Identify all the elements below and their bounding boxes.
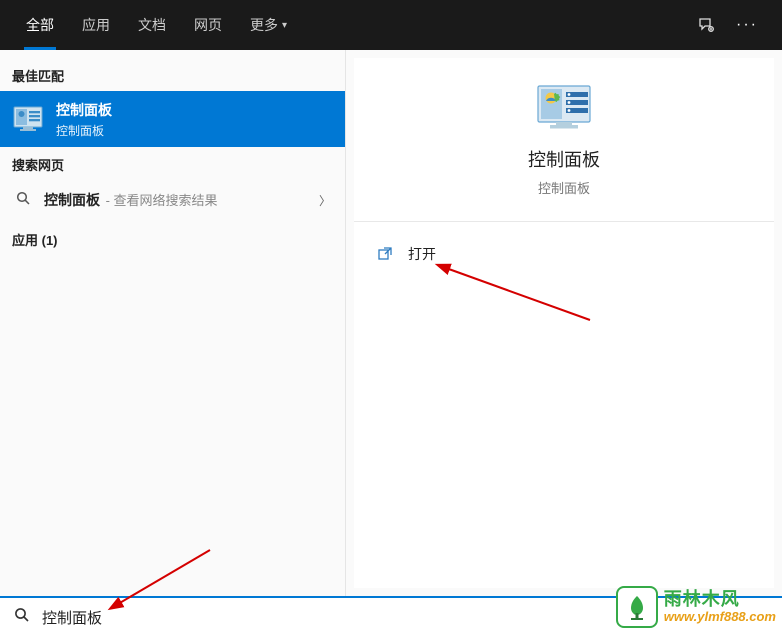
action-list: 打开 <box>354 222 774 274</box>
watermark-name: 雨林木风 <box>664 590 776 610</box>
search-icon <box>14 191 32 210</box>
action-open-label: 打开 <box>408 244 436 264</box>
web-search-term: 控制面板 <box>44 192 100 208</box>
web-search-result[interactable]: 控制面板 - 查看网络搜索结果 〉 <box>0 180 345 220</box>
web-search-hint: - 查看网络搜索结果 <box>102 193 218 208</box>
chevron-down-icon: ▾ <box>282 20 287 31</box>
action-open[interactable]: 打开 <box>354 234 774 274</box>
preview-pane: 控制面板 控制面板 打开 <box>354 58 774 588</box>
tab-web[interactable]: 网页 <box>180 0 236 50</box>
search-tabs: 全部 应用 文档 网页 更多 ▾ <box>12 0 301 50</box>
main-content: 最佳匹配 控制面板 控制面板 搜索网页 <box>0 50 782 596</box>
chevron-right-icon: 〉 <box>319 192 331 209</box>
feedback-icon[interactable] <box>698 17 714 33</box>
top-bar-right: ··· <box>698 16 770 34</box>
best-match-subtitle: 控制面板 <box>56 122 112 139</box>
tab-apps[interactable]: 应用 <box>68 0 124 50</box>
section-apps: 应用 (1) <box>0 220 345 255</box>
watermark-url: www.ylmf888.com <box>664 610 776 624</box>
watermark: 雨林木风 www.ylmf888.com <box>616 586 776 628</box>
tab-more[interactable]: 更多 ▾ <box>236 0 301 50</box>
best-match-text: 控制面板 控制面板 <box>56 100 112 139</box>
section-best-match: 最佳匹配 <box>0 58 345 91</box>
control-panel-icon <box>12 103 44 135</box>
best-match-title: 控制面板 <box>56 100 112 120</box>
more-options-icon[interactable]: ··· <box>736 16 758 34</box>
preview-header: 控制面板 控制面板 <box>354 84 774 222</box>
search-icon <box>14 607 30 628</box>
preview-title: 控制面板 <box>528 146 600 172</box>
watermark-logo-icon <box>616 586 658 628</box>
tab-all[interactable]: 全部 <box>12 0 68 50</box>
results-pane: 最佳匹配 控制面板 控制面板 搜索网页 <box>0 50 346 596</box>
preview-subtitle: 控制面板 <box>538 178 590 197</box>
open-icon <box>378 246 394 262</box>
tab-more-label: 更多 <box>250 15 278 35</box>
top-bar: 全部 应用 文档 网页 更多 ▾ ··· <box>0 0 782 50</box>
control-panel-large-icon <box>536 84 592 132</box>
tab-docs[interactable]: 文档 <box>124 0 180 50</box>
section-search-web: 搜索网页 <box>0 147 345 180</box>
best-match-result[interactable]: 控制面板 控制面板 <box>0 91 345 147</box>
